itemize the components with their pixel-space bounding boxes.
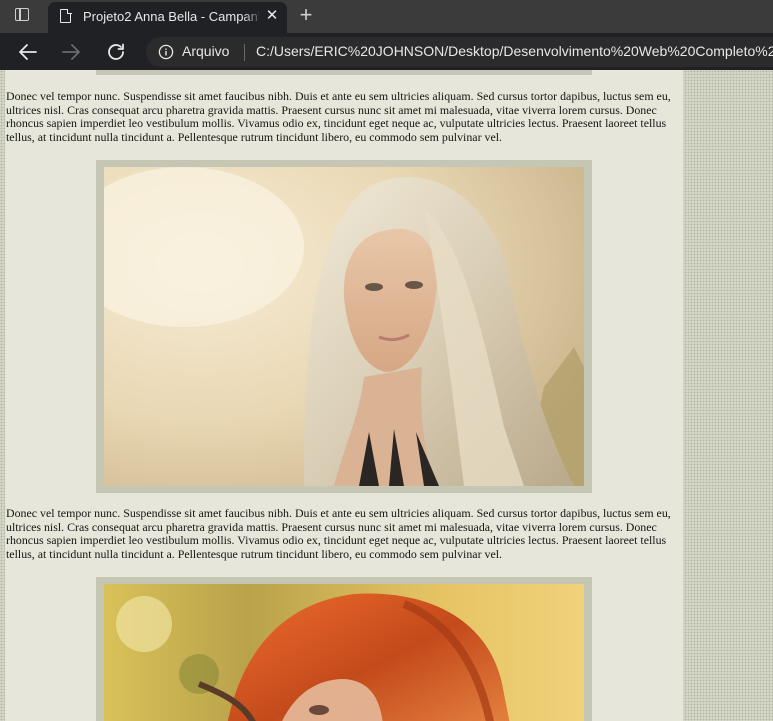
browser-toolbar: Arquivo C:/Users/ERIC%20JOHNSON/Desktop/… (0, 33, 773, 70)
url-text[interactable]: C:/Users/ERIC%20JOHNSON/Desktop/Desenvol… (256, 43, 773, 59)
close-tab-icon[interactable]: ✕ (264, 7, 280, 25)
scheme-label: Arquivo (182, 43, 230, 59)
photo-frame-blonde (96, 160, 592, 493)
tab-active[interactable]: Projeto2 Anna Bella - Campanha ✕ (48, 2, 287, 33)
window-icon[interactable] (15, 8, 29, 21)
content-column: Donec vel tempor nunc. Suspendisse sit a… (5, 70, 683, 721)
tab-title: Projeto2 Anna Bella - Campanha (83, 9, 259, 24)
photo-blonde-woman (104, 167, 584, 486)
reload-icon[interactable] (104, 40, 128, 64)
address-bar[interactable]: Arquivo C:/Users/ERIC%20JOHNSON/Desktop/… (146, 37, 773, 67)
address-divider (244, 44, 245, 61)
lorem-paragraph-1: Donec vel tempor nunc. Suspendisse sit a… (6, 89, 671, 145)
new-tab-icon[interactable]: + (297, 4, 315, 26)
photo-redhead-woman (104, 584, 584, 721)
tab-strip: Projeto2 Anna Bella - Campanha ✕ + (0, 0, 773, 33)
lorem-paragraph-2: Donec vel tempor nunc. Suspendisse sit a… (6, 506, 671, 562)
page-viewport: Donec vel tempor nunc. Suspendisse sit a… (0, 70, 773, 721)
info-icon[interactable] (158, 44, 174, 60)
forward-arrow-icon[interactable] (59, 40, 83, 64)
tab-title-fade (243, 6, 263, 28)
back-arrow-icon[interactable] (16, 40, 40, 64)
previous-photo-frame-bottom (96, 70, 592, 75)
photo-frame-redhead (96, 577, 592, 721)
page-icon (60, 8, 72, 23)
